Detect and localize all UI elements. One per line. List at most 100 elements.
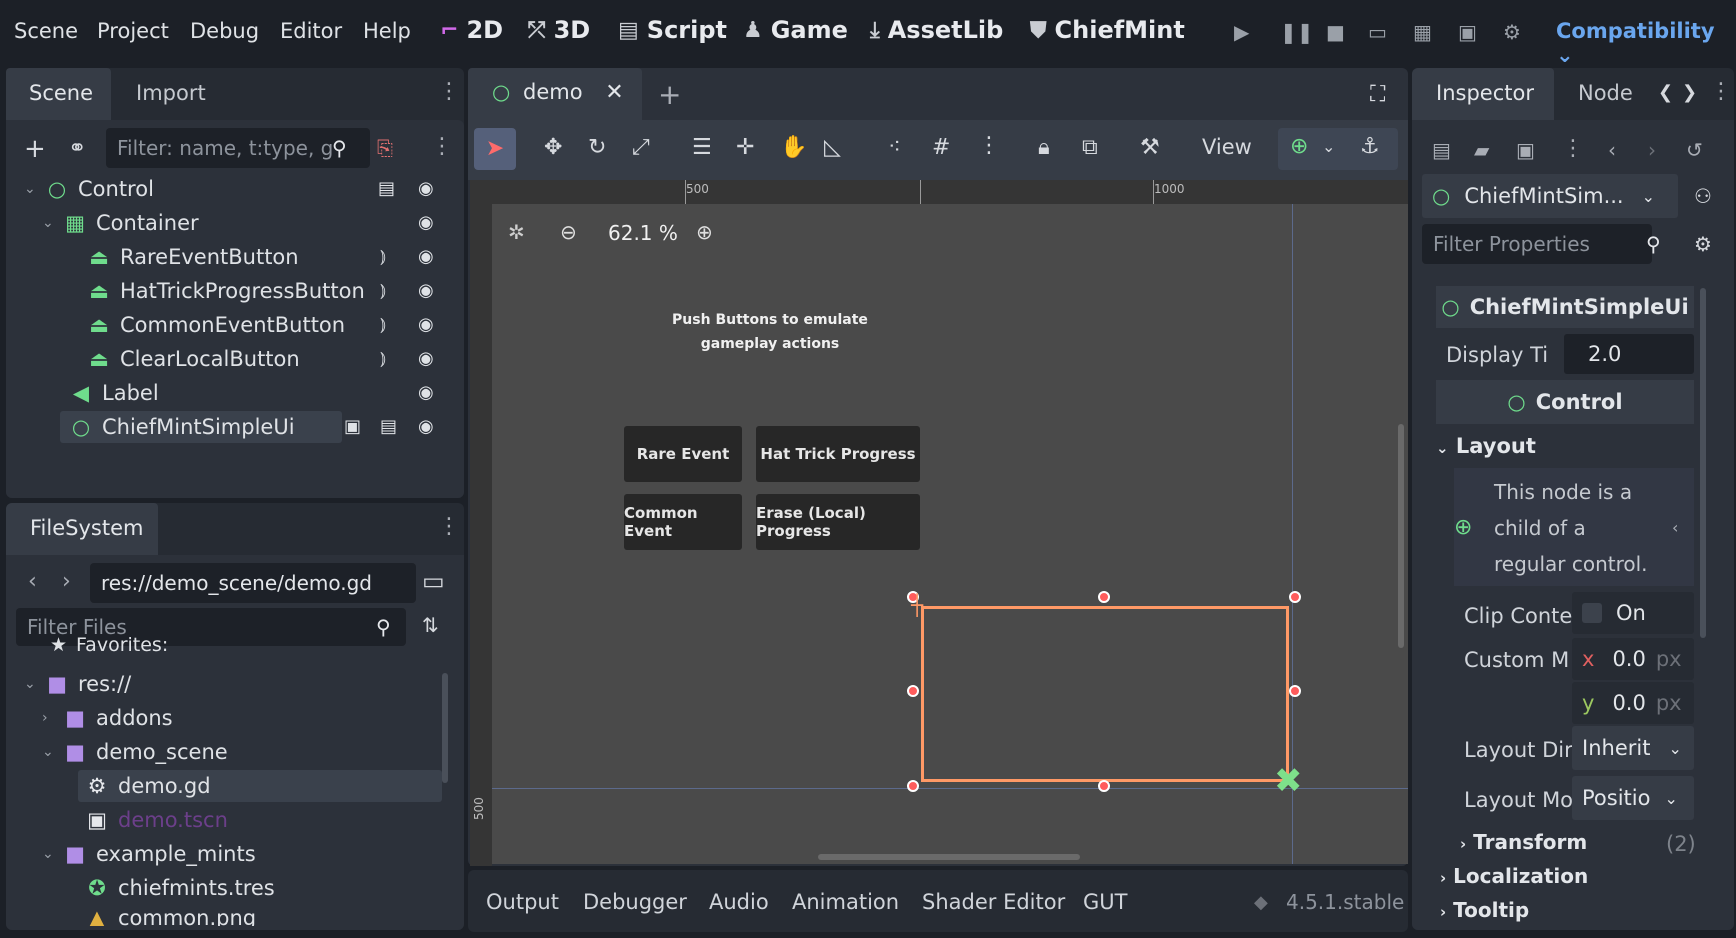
game-hattrick-button[interactable]: Hat Trick Progress [756, 426, 920, 482]
workspace-game[interactable]: ♟ Game [743, 16, 848, 44]
pause-icon[interactable]: ❚❚ [1280, 20, 1314, 44]
add-node-icon[interactable]: + [24, 134, 46, 164]
tree-item-demo-tscn[interactable]: ▣ demo.tscn [84, 804, 228, 836]
layout-direction-select[interactable]: Inherit ⌄ [1572, 726, 1694, 770]
workspace-chiefmint[interactable]: ⛊ ChiefMint [1030, 16, 1185, 44]
visibility-eye-icon[interactable]: ◉ [418, 382, 434, 403]
tab-scene[interactable]: Scene [6, 68, 111, 120]
bottom-tab-audio[interactable]: Audio [709, 890, 769, 914]
tree-item-rare-event-button[interactable]: ⏏ RareEventButton [86, 241, 299, 273]
workspace-assetlib[interactable]: ⤓ AssetLib [870, 16, 1003, 44]
tab-demo[interactable]: ○ demo ✕ [468, 68, 642, 120]
visibility-eye-icon[interactable]: ◉ [418, 314, 434, 335]
bottom-tab-output[interactable]: Output [486, 890, 559, 914]
resize-handle-b[interactable] [1098, 780, 1110, 792]
visibility-eye-icon[interactable]: ◉ [418, 212, 434, 233]
grid-snap-icon[interactable]: # [932, 135, 950, 160]
scene-dock-menu-icon[interactable]: ⋮ [438, 79, 460, 104]
menu-scene[interactable]: Scene [14, 19, 78, 43]
script-icon[interactable]: ▤ [378, 178, 395, 199]
clip-contents-checkbox[interactable]: On [1572, 592, 1694, 634]
section-transform[interactable]: › Transform [1460, 830, 1587, 854]
tree-item-clear-local-button[interactable]: ⏏ ClearLocalButton [86, 343, 300, 375]
viewport-vscrollbar[interactable] [1398, 424, 1404, 648]
forward-arrow-icon[interactable]: › [62, 569, 71, 594]
tree-item-addons[interactable]: › ■ addons [42, 702, 173, 734]
tree-item-label-node[interactable]: ◀ Label [68, 377, 159, 409]
resize-handle-l[interactable] [907, 685, 919, 697]
sort-icon[interactable]: ⇅ [422, 613, 439, 637]
custom-min-y-field[interactable]: y 0.0 px [1572, 682, 1694, 724]
tree-item-chiefmint-simple-ui[interactable]: ○ ChiefMintSimpleUi [60, 411, 342, 443]
workspace-script[interactable]: ▤ Script [618, 16, 727, 44]
rotate-mode-icon[interactable]: ↻ [588, 135, 606, 160]
property-settings-icon[interactable]: ⚙ [1694, 232, 1712, 256]
dock-move-left-icon[interactable]: ❮ [1658, 82, 1673, 103]
play-custom-scene-icon[interactable]: ▣ [1458, 20, 1477, 44]
signal-icon[interactable]: ⦆ [380, 246, 386, 267]
filesystem-scrollbar[interactable] [442, 673, 448, 783]
menu-help[interactable]: Help [363, 19, 411, 43]
anchor-icon[interactable]: ⚓︎ [1360, 134, 1380, 159]
pan-hand-icon[interactable]: ✋ [780, 135, 807, 160]
link-icon[interactable]: ⚭ [68, 136, 86, 161]
renderer-select[interactable]: Compatibility ⌄ [1556, 19, 1736, 67]
chevron-down-icon[interactable]: ⌄ [1322, 137, 1335, 156]
update-spinner-icon[interactable]: ◆ [1254, 892, 1268, 913]
section-layout[interactable]: ⌄ Layout [1436, 434, 1536, 458]
group-icon[interactable]: ⧉ [1082, 135, 1098, 160]
section-localization[interactable]: › Localization [1440, 864, 1588, 888]
tree-item-common-event-button[interactable]: ⏏ CommonEventButton [86, 309, 345, 341]
tab-node[interactable]: Node [1578, 81, 1633, 105]
inspector-dock-menu-icon[interactable]: ⋮ [1710, 79, 1732, 104]
remote-debug-icon[interactable]: ▭ [1368, 20, 1387, 44]
lock-icon[interactable]: 🔒︎ [1038, 135, 1050, 160]
view-menu[interactable]: View [1202, 135, 1252, 159]
new-resource-icon[interactable]: ▤ [1432, 138, 1451, 162]
game-rare-event-button[interactable]: Rare Event [624, 426, 742, 482]
game-erase-progress-button[interactable]: Erase (Local) Progress [756, 494, 920, 550]
resize-handle-tr[interactable] [1289, 591, 1301, 603]
movie-maker-icon[interactable]: ⚙ [1503, 20, 1521, 44]
smart-snap-icon[interactable]: ⁖ [888, 135, 901, 160]
dock-move-right-icon[interactable]: ❯ [1682, 82, 1697, 103]
tree-item-common-png[interactable]: ▲ common.png [84, 906, 256, 926]
layout-toggle-icon[interactable]: ▭ [422, 567, 445, 595]
zoom-out-icon[interactable]: ⊖ [560, 220, 577, 244]
tree-item-demo-scene[interactable]: ⌄ ■ demo_scene [42, 736, 228, 768]
bottom-tab-shader-editor[interactable]: Shader Editor [922, 890, 1065, 914]
pivot-icon[interactable]: ✛ [736, 135, 754, 160]
tree-item-demo-gd[interactable]: ⚙ demo.gd [78, 770, 442, 802]
tree-item-res[interactable]: ⌄ ■ res:// [24, 668, 131, 700]
scene-filter-input[interactable]: Filter: name, t:type, g [106, 128, 370, 168]
history-back-icon[interactable]: ‹ [1608, 138, 1616, 162]
display-time-field[interactable]: 2.0 [1564, 334, 1694, 374]
play-icon[interactable]: ▶ [1234, 20, 1249, 44]
close-icon[interactable]: ✕ [605, 80, 623, 105]
anchor-handle-icon[interactable]: ✖ [1274, 764, 1303, 798]
custom-min-x-field[interactable]: x 0.0 px [1572, 638, 1694, 680]
center-view-icon[interactable]: ✲ [508, 220, 525, 244]
add-circle-icon[interactable]: ⊕ [1454, 510, 1472, 546]
zoom-level[interactable]: 62.1 % [608, 221, 678, 245]
inspector-tools-menu-icon[interactable]: ⋮ [1562, 136, 1584, 161]
select-mode-icon[interactable]: ➤ [474, 128, 516, 170]
filesystem-menu-icon[interactable]: ⋮ [438, 514, 460, 539]
node-select-dropdown[interactable]: ○ ChiefMintSim... ⌄ [1422, 174, 1678, 218]
snap-options-menu-icon[interactable]: ⋮ [978, 133, 1000, 158]
signal-icon[interactable]: ⦆ [380, 314, 386, 335]
filter-properties-input[interactable]: Filter Properties [1422, 224, 1652, 264]
workspace-3d[interactable]: ⤱ 3D [528, 16, 590, 44]
script-filter-icon[interactable]: ⎘ [377, 136, 393, 160]
scene-tree-menu-icon[interactable]: ⋮ [431, 134, 453, 159]
play-scene-icon[interactable]: ▦ [1413, 20, 1432, 44]
stop-icon[interactable]: ■ [1326, 20, 1345, 44]
add-anchor-icon[interactable]: ⊕ [1290, 134, 1308, 159]
visibility-eye-icon[interactable]: ◉ [418, 246, 434, 267]
menu-project[interactable]: Project [97, 19, 169, 43]
skeleton-bone-icon[interactable]: ⚒ [1140, 135, 1160, 160]
ruler-icon[interactable]: ◺ [824, 135, 841, 160]
bottom-tab-gut[interactable]: GUT [1083, 890, 1127, 914]
tree-item-container[interactable]: ⌄ ▦ Container [42, 207, 199, 239]
instance-scene-icon[interactable]: ▣ [344, 416, 361, 437]
